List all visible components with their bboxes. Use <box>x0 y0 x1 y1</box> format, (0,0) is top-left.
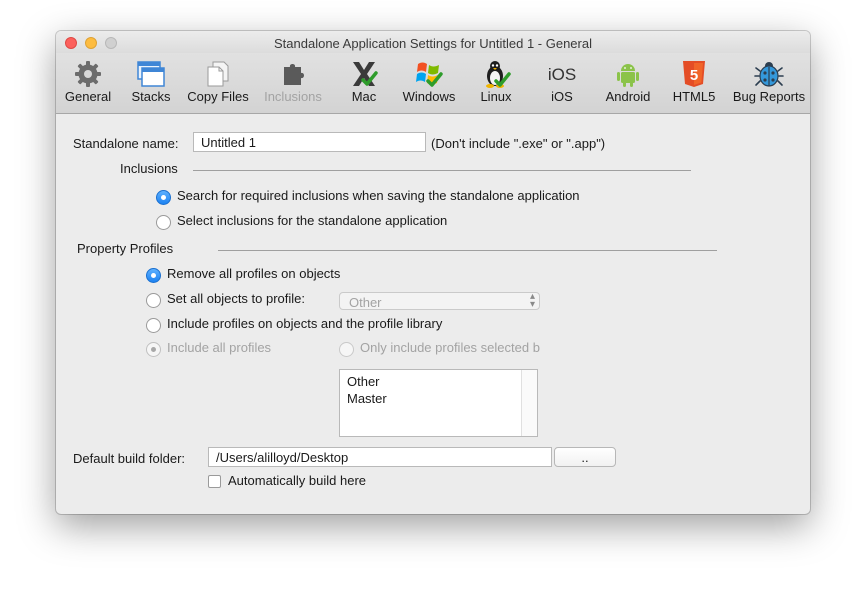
build-folder-field[interactable]: /Users/alilloyd/Desktop <box>208 447 552 467</box>
remove-all-profiles-label[interactable]: Remove all profiles on objects <box>167 266 340 281</box>
browse-folder-button[interactable]: .. <box>554 447 616 467</box>
property-profiles-heading: Property Profiles <box>77 241 174 256</box>
ios-icon: iOS <box>548 65 576 84</box>
auto-build-checkbox[interactable] <box>208 475 221 488</box>
search-inclusions-label[interactable]: Search for required inclusions when savi… <box>177 188 580 203</box>
mac-x-icon <box>353 62 378 86</box>
puzzle-icon <box>284 64 304 85</box>
settings-window: Standalone Application Settings for Unti… <box>56 31 810 514</box>
copy-files-icon <box>207 61 229 87</box>
toolbar-item-ios[interactable]: iOS iOS <box>539 53 585 113</box>
toolbar-label: HTML5 <box>672 89 716 104</box>
build-folder-label: Default build folder: <box>73 451 186 466</box>
profile-list[interactable]: Other Master <box>339 369 538 437</box>
toolbar-label: iOS <box>551 89 573 104</box>
standalone-name-field[interactable]: Untitled 1 <box>193 132 426 152</box>
include-selected-profiles-label[interactable]: Only include profiles selected b <box>360 340 540 355</box>
toolbar-item-stacks[interactable]: Stacks <box>126 53 176 113</box>
inclusions-separator <box>193 170 691 171</box>
toolbar-item-android[interactable]: Android <box>600 53 656 113</box>
toolbar-item-general[interactable]: General <box>61 53 115 113</box>
toolbar-label: Stacks <box>131 89 171 104</box>
toolbar-label: Android <box>605 89 651 104</box>
include-selected-profiles-radio[interactable] <box>339 342 354 357</box>
html5-icon-text: 5 <box>690 67 698 84</box>
toolbar-item-windows[interactable]: Windows <box>398 53 460 113</box>
profile-select[interactable]: Other ▴ ▾ <box>339 292 540 310</box>
toolbar-item-copy-files[interactable]: Copy Files <box>183 53 253 113</box>
auto-build-label[interactable]: Automatically build here <box>228 473 366 488</box>
platform-toolbar: General Stacks Copy Files Inclusions Mac… <box>56 53 810 114</box>
android-icon <box>617 64 639 87</box>
toolbar-item-linux[interactable]: Linux <box>473 53 519 113</box>
toolbar-label: Linux <box>480 89 512 104</box>
gear-icon <box>75 61 101 87</box>
property-profiles-separator <box>218 250 717 251</box>
profile-select-value: Other <box>349 295 382 310</box>
toolbar-label: Bug Reports <box>732 89 806 104</box>
include-profiles-label[interactable]: Include profiles on objects and the prof… <box>167 316 442 331</box>
general-pane: Standalone name: Untitled 1 (Don't inclu… <box>56 114 810 514</box>
set-all-objects-radio[interactable] <box>146 293 161 308</box>
standalone-name-label: Standalone name: <box>73 136 179 151</box>
profile-list-item[interactable]: Other <box>347 374 380 389</box>
html5-icon: 5 <box>683 61 705 87</box>
profile-list-item[interactable]: Master <box>347 391 387 406</box>
ios-icon-text: iOS <box>548 65 576 84</box>
set-all-objects-label[interactable]: Set all objects to profile: <box>167 291 305 306</box>
select-inclusions-label[interactable]: Select inclusions for the standalone app… <box>177 213 447 228</box>
select-inclusions-radio[interactable] <box>156 215 171 230</box>
windows-flag-icon <box>416 62 443 87</box>
include-all-profiles-radio[interactable] <box>146 342 161 357</box>
up-down-chevron-icon: ▴ ▾ <box>529 291 535 310</box>
standalone-name-hint: (Don't include ".exe" or ".app") <box>431 136 606 151</box>
search-inclusions-radio[interactable] <box>156 190 171 205</box>
stacks-icon <box>137 61 165 87</box>
profile-list-scrollbar[interactable] <box>521 370 537 436</box>
inclusions-heading: Inclusions <box>120 161 178 176</box>
toolbar-item-html5[interactable]: 5 HTML5 <box>668 53 720 113</box>
window-title: Standalone Application Settings for Unti… <box>274 36 592 51</box>
toolbar-item-mac[interactable]: Mac <box>341 53 387 113</box>
toolbar-label: General <box>64 89 112 104</box>
toolbar-item-bug-reports[interactable]: Bug Reports <box>730 53 808 113</box>
toolbar-label: Inclusions <box>264 89 322 104</box>
linux-penguin-icon <box>486 61 511 88</box>
toolbar-item-inclusions[interactable]: Inclusions <box>259 53 327 113</box>
toolbar-label: Mac <box>351 89 377 104</box>
toolbar-label: Windows <box>402 89 456 104</box>
bug-icon <box>754 62 784 87</box>
include-profiles-radio[interactable] <box>146 318 161 333</box>
toolbar-label: Copy Files <box>187 89 249 104</box>
include-all-profiles-label[interactable]: Include all profiles <box>167 340 271 355</box>
title-bar: Standalone Application Settings for Unti… <box>56 31 810 53</box>
remove-all-profiles-radio[interactable] <box>146 268 161 283</box>
